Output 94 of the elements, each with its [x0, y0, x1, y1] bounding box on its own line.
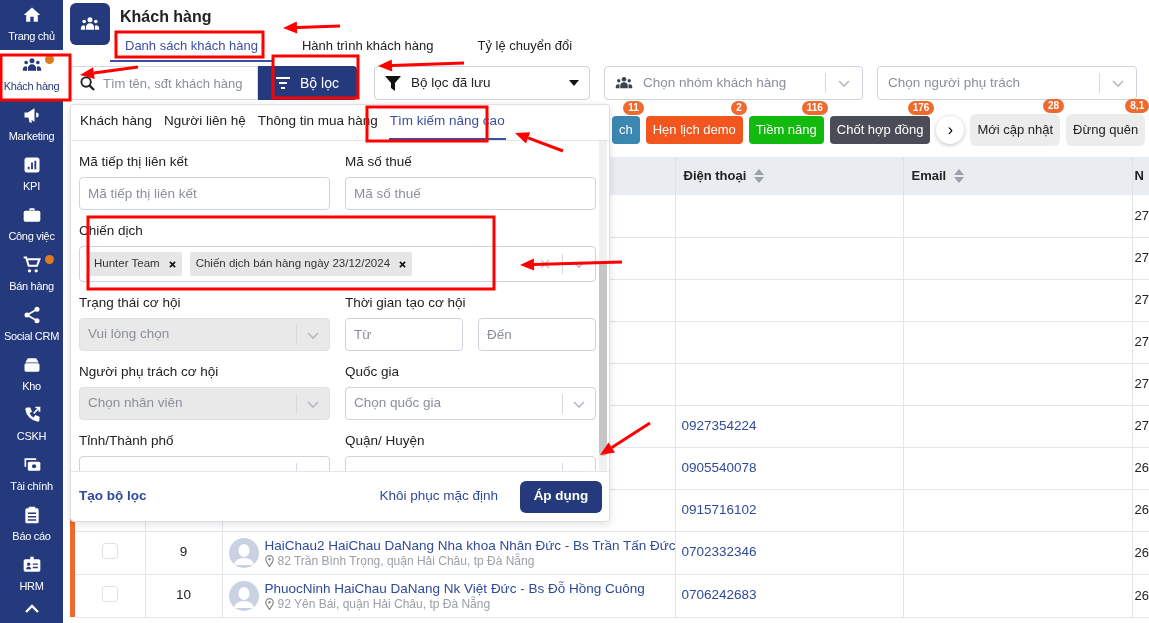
sidebar-item[interactable]: Báo cáo — [0, 500, 63, 550]
tag-select[interactable]: Hunter Team Chiến dịch bán hàng ngày 23/12/2024 — [79, 246, 596, 282]
phone-link[interactable]: 0905540078 — [681, 459, 757, 475]
remove-icon — [399, 260, 407, 268]
count-badge: 28 — [1043, 99, 1065, 113]
address-text: 82 Trần Bình Trọng, quận Hải Châu, tp Đà Nẵng — [277, 553, 535, 569]
apply-button[interactable]: Áp dụng — [520, 480, 602, 513]
input-field[interactable]: Mã số thuế — [345, 177, 596, 210]
field-label: Tỉnh/Thành phố — [79, 432, 175, 450]
filter-button[interactable]: Bộ lọc — [258, 66, 357, 100]
quick-filter-chip[interactable]: Mới cập nhật — [970, 114, 1061, 146]
customer-name-link[interactable]: PhuocNinh HaiChau DaNang Nk Việt Đức - Bs Đỗ Hồng Cuông — [264, 579, 645, 597]
phone-link[interactable]: 0706242683 — [681, 587, 757, 603]
phone-link[interactable]: 0927354224 — [681, 417, 757, 433]
page-title: Khách hàng — [120, 7, 213, 27]
annotation-arrow — [600, 421, 651, 455]
table-cell: 9 — [145, 531, 222, 574]
field-label: Người phụ trách cơ hội — [79, 363, 220, 381]
table-cell: 26 — [1132, 489, 1149, 531]
quick-filter-chip[interactable]: Đừng quên — [1066, 114, 1146, 146]
table-cell: 27 — [1132, 195, 1149, 237]
annotation-arrow — [515, 132, 564, 153]
search-icon — [80, 76, 95, 91]
address-text: 92 Yên Bái, quận Hải Châu, tp Đà Nẵng — [277, 596, 491, 612]
annotation-box — [0, 53, 72, 102]
page-tab[interactable]: Tỷ lệ chuyển đổi — [462, 36, 588, 62]
phone-link[interactable]: 0702332346 — [681, 544, 757, 560]
pin-icon — [264, 598, 274, 610]
header-label: Điện thoại — [683, 167, 747, 186]
tag: Chiến dịch bán hàng ngày 23/12/2024 — [189, 252, 413, 276]
table-cell: 27 — [1132, 237, 1149, 279]
sidebar-item[interactable]: Kho — [0, 350, 63, 400]
sidebar-item[interactable]: Tài chính — [0, 450, 63, 500]
filter-tab[interactable]: Khách hàng — [79, 105, 154, 140]
tag: Hunter Team — [88, 252, 182, 276]
sidebar-item[interactable]: CSKH — [0, 400, 63, 450]
status-chip[interactable]: Chốt hợp đồng — [829, 116, 931, 144]
sidebar-item[interactable]: Công việc — [0, 200, 63, 250]
field-label: Thời gian tạo cơ hội — [345, 294, 467, 312]
status-chip[interactable]: ch — [612, 116, 640, 144]
header-label: N — [1134, 167, 1144, 186]
date-field[interactable]: Từ — [345, 318, 463, 351]
field-label: Trạng thái cơ hội — [79, 294, 182, 312]
table-cell: 10 — [145, 574, 222, 617]
sidebar-item[interactable]: Marketing — [0, 100, 63, 150]
avatar-icon — [228, 580, 259, 611]
sidebar-item[interactable]: HRM — [0, 550, 63, 600]
filter-icon — [276, 77, 291, 89]
field-label: Quận/ Huyện — [345, 432, 426, 450]
table-cell: 26 — [1132, 447, 1149, 489]
filter-tab[interactable]: Người liên hệ — [163, 105, 247, 140]
table-cell: 26 — [1132, 574, 1149, 617]
table-cell: 26 — [1132, 531, 1149, 574]
saved-filter-dropdown[interactable]: Bộ lọc đã lưu — [374, 66, 590, 100]
create-filter-link[interactable]: Tạo bộ lọc — [79, 486, 147, 507]
count-badge: 176 — [907, 101, 935, 115]
phone-link[interactable]: 0915716102 — [681, 501, 757, 517]
table-cell: 27 — [1132, 405, 1149, 447]
sidebar-item[interactable]: KPI — [0, 150, 63, 200]
pin-icon — [264, 555, 274, 567]
caret-icon — [569, 80, 579, 86]
field-label: Mã tiếp thị liên kết — [79, 153, 189, 171]
field-label: Quốc gia — [345, 363, 401, 381]
page-tab[interactable]: Hành trình khách hàng — [287, 36, 449, 62]
next-button[interactable]: › — [936, 116, 965, 144]
annotation-arrow — [283, 21, 341, 34]
scrollbar[interactable] — [599, 261, 607, 456]
search-field[interactable]: Tìm tên, sđt khách hàng — [70, 66, 258, 100]
avatar-icon — [228, 537, 259, 568]
sidebar-item[interactable]: Trang chủ — [0, 0, 63, 50]
count-badge: 11 — [623, 101, 644, 115]
count-badge: 2 — [731, 101, 747, 115]
table-cell: 27 — [1132, 321, 1149, 363]
annotation-arrow — [80, 65, 139, 80]
remove-icon — [168, 260, 176, 268]
row-checkbox[interactable] — [101, 542, 118, 559]
row-checkbox[interactable] — [101, 585, 118, 602]
date-field[interactable]: Đến — [478, 318, 596, 351]
column-header[interactable]: Điện thoại — [675, 157, 903, 195]
sidebar-item[interactable]: Bán hàng — [0, 250, 63, 300]
chevron-up-icon[interactable] — [24, 604, 39, 613]
column-header[interactable]: Email — [903, 157, 1132, 195]
sidebar-item[interactable]: Social CRM — [0, 300, 63, 350]
count-badge: 8,1 — [1125, 99, 1149, 113]
funnel-icon — [385, 75, 401, 91]
header-label: Email — [911, 167, 947, 186]
page-tab[interactable]: Danh sách khách hàng — [110, 36, 273, 62]
count-badge: 116 — [801, 101, 828, 115]
table-cell: 27 — [1132, 363, 1149, 405]
table-cell: 27 — [1132, 279, 1149, 321]
field-label: Mã số thuế — [345, 153, 413, 171]
clear-icon — [540, 259, 550, 269]
reset-link[interactable]: Khôi phục mặc định — [379, 486, 498, 507]
input-field[interactable]: Mã tiếp thị liên kết — [79, 177, 330, 210]
